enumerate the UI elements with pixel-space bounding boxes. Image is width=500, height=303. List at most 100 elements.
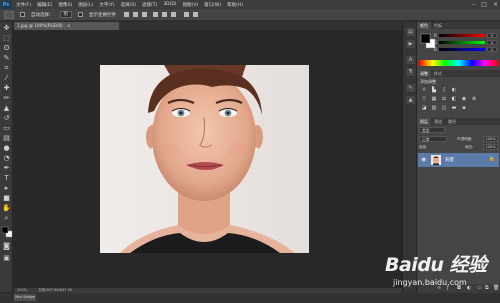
move-tool-icon[interactable]: ✥ [2,24,11,33]
document-image[interactable] [100,65,309,253]
photo-filter-adjustment-icon[interactable]: ◉ [461,96,467,102]
tab-styles[interactable]: 样式 [431,70,445,77]
tab-color[interactable]: 颜色 [417,22,431,29]
zoom-tool-icon[interactable]: ⌕ [2,214,11,223]
opacity-input[interactable]: 100% [483,136,498,142]
layer-kind-label: 类型 [422,128,430,133]
minimize-button[interactable]: – [472,1,475,8]
history-panel-icon[interactable]: ▤ [406,28,415,36]
color-swatches-icon[interactable] [1,226,13,238]
baidu-watermark: Baidu 经验 jingyan.baidu.com [375,250,500,300]
blue-value[interactable]: 0 [487,47,497,52]
type-tool-icon[interactable]: T [2,174,11,183]
layer-row-background[interactable]: ◉ 背景 🔒 [418,153,499,167]
curves-adjustment-icon[interactable]: ∫ [441,87,447,93]
color-spectrum-bar[interactable] [419,60,498,66]
vibrance-adjustment-icon[interactable]: ▽ [421,96,427,102]
actions-panel-icon[interactable]: ▶ [406,40,415,48]
menu-window[interactable]: 窗口(W) [201,2,224,8]
tab-layers[interactable]: 图层 [417,118,431,125]
tab-adjustments[interactable]: 调整 [417,70,431,77]
maximize-button[interactable]: □ [481,1,487,8]
blend-mode-dropdown[interactable]: 正常 [419,136,447,142]
gradient-tool-icon[interactable]: ▤ [2,134,11,143]
history-brush-tool-icon[interactable]: ↺ [2,114,11,123]
auto-select-checkbox[interactable] [20,12,25,17]
auto-select-label: 自动选择： [31,12,54,18]
red-slider[interactable] [439,34,485,37]
red-channel-label: R [434,33,437,38]
fill-input[interactable]: 100% [483,144,498,150]
show-transform-checkbox[interactable] [78,12,83,17]
blue-channel-label: B [434,47,437,52]
menu-bar: Ps 文件(F) 编辑(E) 图像(I) 图层(L) 文字(Y) 选择(S) 滤… [0,0,500,9]
menu-type[interactable]: 文字(Y) [96,2,117,8]
shape-tool-icon[interactable]: ■ [2,194,11,203]
auto-select-target-dropdown[interactable]: 组 [59,11,72,18]
menu-view[interactable]: 视图(V) [180,2,202,8]
red-value[interactable]: 0 [487,33,497,38]
tab-swatches[interactable]: 色板 [431,22,445,29]
eraser-tool-icon[interactable]: ▭ [2,124,11,133]
screen-mode-icon[interactable]: ▣ [2,254,11,263]
menu-layer[interactable]: 图层(L) [75,2,96,8]
eye-icon[interactable]: ◉ [421,156,426,163]
hand-tool-icon[interactable]: ✋ [2,204,11,213]
healing-brush-tool-icon[interactable]: ✚ [2,84,11,93]
quick-select-tool-icon[interactable]: ✎ [2,54,11,63]
mini-bridge-tab[interactable]: Mini Bridge [14,294,36,301]
menu-select[interactable]: 选择(S) [118,2,139,8]
show-transform-label: 显示变换控件 [89,12,116,18]
color-balance-adjustment-icon[interactable]: ⚖ [441,96,447,102]
threshold-adjustment-icon[interactable]: ◫ [441,105,447,111]
menu-3d[interactable]: 3D(D) [160,2,179,7]
character-panel-icon[interactable]: A [406,56,415,64]
gradient-map-adjustment-icon[interactable]: ▬ [451,105,457,111]
tool-preset-picker[interactable] [4,10,14,19]
menu-filter[interactable]: 滤镜(T) [139,2,160,8]
marquee-tool-icon[interactable]: ⬚ [2,34,11,43]
align-buttons-group[interactable] [122,11,202,18]
baidu-jingyan-logo: Baidu 经验 [385,254,487,276]
brightness-adjustment-icon[interactable]: ☼ [421,87,427,93]
close-document-icon[interactable]: × [67,23,71,28]
clone-source-panel-icon[interactable]: ▲ [406,96,415,104]
invert-adjustment-icon[interactable]: ◪ [421,105,427,111]
selective-color-adjustment-icon[interactable]: ◈ [461,105,467,111]
levels-adjustment-icon[interactable]: ▙ [431,87,437,93]
path-select-tool-icon[interactable]: ▸ [2,184,11,193]
tab-channels[interactable]: 通道 [431,118,445,125]
green-channel-label: G [434,40,438,45]
posterize-adjustment-icon[interactable]: ▥ [431,105,437,111]
dodge-tool-icon[interactable]: ◔ [2,154,11,163]
menu-file[interactable]: 文件(F) [13,2,34,8]
exposure-adjustment-icon[interactable]: ◐ [451,87,457,93]
document-tab[interactable]: 1.jpg @ 100%(RGB/8) × [14,22,119,30]
zoom-level[interactable]: 100% [17,288,27,292]
quick-mask-icon[interactable]: ◙ [2,242,11,251]
crop-tool-icon[interactable]: ⌗ [2,64,11,73]
layer-name[interactable]: 背景 [445,157,454,163]
blue-slider[interactable] [439,48,485,51]
black-white-adjustment-icon[interactable]: ◧ [451,96,457,102]
blur-tool-icon[interactable]: ● [2,144,11,153]
clone-stamp-tool-icon[interactable]: ▲ [2,104,11,113]
green-slider[interactable] [439,41,485,44]
tab-paths[interactable]: 路径 [445,118,459,125]
lasso-tool-icon[interactable]: ʘ [2,44,11,53]
channel-mixer-adjustment-icon[interactable]: ⊕ [471,96,477,102]
hue-saturation-adjustment-icon[interactable]: ▦ [431,96,437,102]
pen-tool-icon[interactable]: ✒ [2,164,11,173]
watermark-url: jingyan.baidu.com [393,278,467,287]
menu-edit[interactable]: 编辑(E) [34,2,55,8]
green-value[interactable]: 0 [487,40,497,45]
brush-panel-icon[interactable]: ✎ [406,84,415,92]
menu-image[interactable]: 图像(I) [55,2,75,8]
document-tab-title: 1.jpg @ 100%(RGB/8) [17,23,63,28]
paragraph-panel-icon[interactable]: ¶ [406,68,415,76]
menu-help[interactable]: 帮助(H) [224,2,246,8]
close-window-button[interactable]: × [493,1,498,8]
brush-tool-icon[interactable]: ✏ [2,94,11,103]
eyedropper-tool-icon[interactable]: ⁄ [2,74,11,83]
layer-kind-filter[interactable]: 类型 [419,127,445,133]
